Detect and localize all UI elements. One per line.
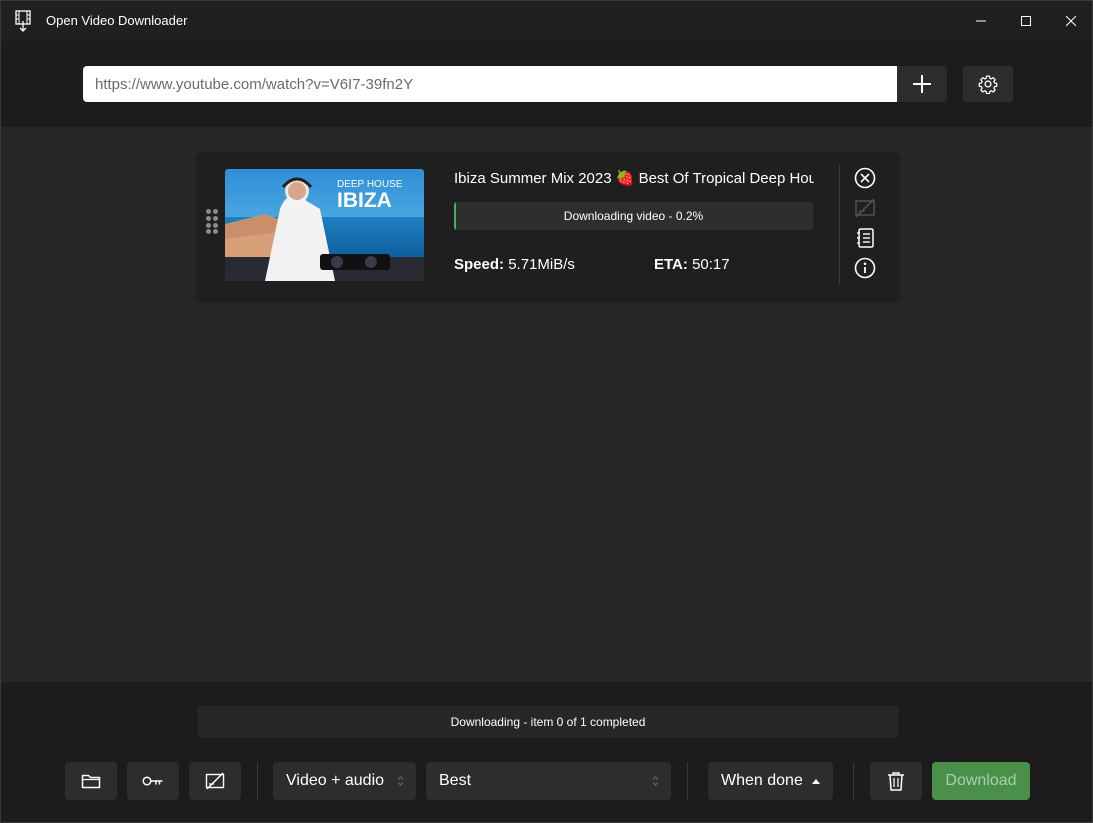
download-item: DEEP HOUSE IBIZA Ibiza Summer Mix 2023 🍓… — [198, 153, 898, 298]
cookies-button[interactable] — [127, 762, 179, 800]
title-bar: Open Video Downloader — [1, 1, 1092, 41]
close-button[interactable] — [1048, 1, 1093, 41]
item-info-button[interactable] — [853, 256, 877, 280]
subtitles-button[interactable] — [189, 762, 241, 800]
when-done-label: When done — [721, 772, 803, 789]
when-done-dropdown[interactable]: When done — [708, 762, 833, 800]
eta-readout: ETA: 50:17 — [654, 256, 730, 273]
cancel-icon — [854, 167, 876, 189]
progress-label: Downloading video - 0.2% — [563, 209, 704, 223]
maximize-button[interactable] — [1003, 1, 1049, 41]
settings-button[interactable] — [963, 66, 1013, 102]
speed-readout: Speed: 5.71MiB/s — [454, 256, 575, 273]
footer-toolbar: Downloading - item 0 of 1 completed Vide… — [1, 682, 1092, 822]
speed-value: 5.71MiB/s — [508, 256, 575, 273]
thumbnail-title: IBIZA — [337, 189, 392, 212]
trash-icon — [888, 772, 904, 791]
url-bar-area: https://www.youtube.com/watch?v=V6I7-39f… — [1, 41, 1092, 127]
toolbar-divider — [687, 762, 688, 800]
toolbar-divider — [853, 762, 854, 800]
info-icon — [854, 257, 876, 279]
download-button[interactable]: Download — [932, 762, 1030, 800]
film-download-icon — [14, 10, 34, 32]
toolbar-divider — [257, 762, 258, 800]
caret-up-icon — [811, 778, 820, 784]
cancel-download-button[interactable] — [853, 166, 877, 190]
download-folder-button[interactable] — [65, 762, 117, 800]
plus-icon — [913, 75, 931, 93]
quality-select[interactable]: Best — [426, 762, 671, 800]
minimize-button[interactable] — [958, 1, 1004, 41]
playlist-icon — [857, 228, 874, 248]
item-playlist-button[interactable] — [853, 226, 877, 250]
subtitles-disabled-icon — [205, 772, 225, 790]
download-list: DEEP HOUSE IBIZA Ibiza Summer Mix 2023 🍓… — [1, 127, 1092, 682]
add-url-button[interactable] — [897, 66, 947, 102]
url-input[interactable]: https://www.youtube.com/watch?v=V6I7-39f… — [83, 66, 897, 102]
select-arrows-icon — [397, 776, 404, 786]
video-thumbnail: DEEP HOUSE IBIZA — [225, 169, 424, 281]
key-icon — [142, 776, 163, 786]
download-type-value: Video + audio — [286, 772, 385, 789]
app-window: Open Video Downloader https://www.youtub… — [0, 0, 1093, 823]
drag-handle-icon[interactable] — [206, 209, 218, 235]
folder-icon — [81, 774, 101, 789]
item-subtitles-button[interactable] — [853, 196, 877, 220]
status-bar: Downloading - item 0 of 1 completed — [198, 706, 898, 738]
select-arrows-icon — [652, 776, 659, 786]
gear-icon — [978, 75, 998, 94]
quality-value: Best — [439, 772, 472, 789]
download-progress-bar: Downloading video - 0.2% — [454, 202, 813, 230]
speed-label: Speed: — [454, 256, 505, 273]
video-title: Ibiza Summer Mix 2023 🍓 Best Of Tropical… — [454, 170, 814, 187]
subtitles-disabled-icon — [855, 198, 875, 218]
eta-value: 50:17 — [692, 256, 730, 273]
clear-list-button[interactable] — [870, 762, 922, 800]
eta-label: ETA: — [654, 256, 688, 273]
item-divider — [839, 165, 840, 284]
download-type-select[interactable]: Video + audio — [273, 762, 416, 800]
window-title: Open Video Downloader — [46, 13, 188, 28]
